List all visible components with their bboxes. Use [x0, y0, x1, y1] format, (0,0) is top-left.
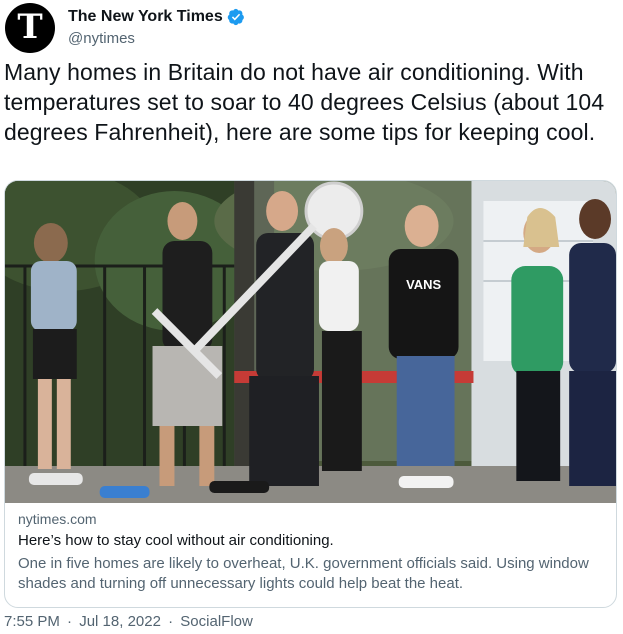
card-domain[interactable]: nytimes.com [18, 510, 603, 529]
link-card[interactable]: VANS nytimes.com Here’s how to stay cool… [4, 180, 617, 608]
meta-separator: · [67, 613, 73, 630]
article-photo[interactable]: VANS [5, 181, 616, 503]
vans-shirt-text: VANS [406, 277, 441, 292]
nyt-logo-icon: T [17, 7, 43, 47]
card-body[interactable]: nytimes.com Here’s how to stay cool with… [5, 503, 616, 594]
card-title[interactable]: Here’s how to stay cool without air cond… [18, 531, 603, 551]
card-description: One in five homes are likely to overheat… [18, 555, 589, 592]
author-handle[interactable]: @nytimes [68, 29, 245, 49]
tweet-time[interactable]: 7:55 PM [4, 613, 60, 630]
author-names: The New York Times @nytimes [68, 7, 245, 49]
verified-badge-icon [227, 8, 244, 26]
author-display-name-row[interactable]: The New York Times [68, 7, 245, 27]
tweet-text: Many homes in Britain do not have air co… [4, 59, 605, 145]
author-display-name[interactable]: The New York Times [68, 7, 223, 27]
tweet-header: T The New York Times @nytimes [5, 3, 615, 55]
meta-separator: · [168, 613, 174, 630]
avatar[interactable]: T [5, 3, 55, 53]
tweet-date[interactable]: Jul 18, 2022 [79, 613, 161, 630]
tweet-meta: 7:55 PM · Jul 18, 2022 · SocialFlow [4, 612, 253, 632]
tweet-source[interactable]: SocialFlow [180, 613, 253, 630]
